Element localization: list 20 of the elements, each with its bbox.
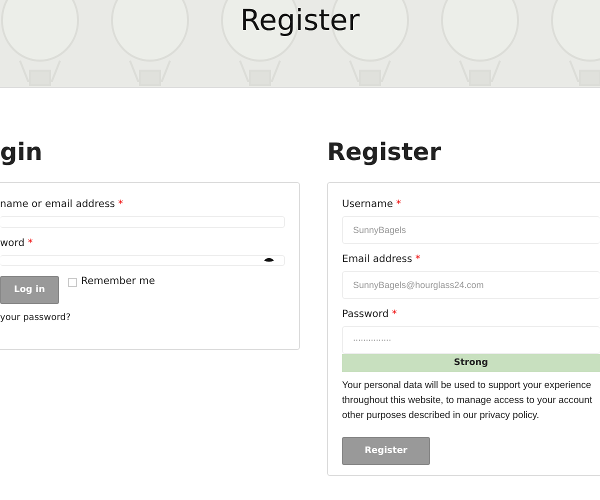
- input-field[interactable]: ···············: [342, 326, 600, 354]
- eye-icon[interactable]: [264, 256, 274, 264]
- login-button[interactable]: Log in: [0, 276, 59, 304]
- lost-password-link[interactable]: your password?: [0, 313, 71, 323]
- field-label: Username *: [342, 199, 402, 210]
- field-label: Email address *: [342, 254, 420, 265]
- password-strength-meter: Strong: [342, 354, 600, 372]
- field-label: Password *: [342, 309, 397, 320]
- register-button[interactable]: Register: [342, 437, 430, 465]
- field-label: name or email address *: [0, 199, 124, 210]
- login-heading: gin: [0, 138, 42, 166]
- field-label: word *: [0, 238, 33, 248]
- input-field[interactable]: SunnyBagels@hourglass24.com: [342, 271, 600, 299]
- checkbox[interactable]: [68, 278, 77, 287]
- page-title: Register: [240, 3, 360, 37]
- input-field[interactable]: SunnyBagels: [342, 216, 600, 244]
- remember-label[interactable]: Remember me: [81, 276, 155, 287]
- privacy-text: Your personal data will be used to support your experience throughout this website, to manage access to your account other purposes described in our privacy policy.: [342, 379, 594, 423]
- input-field[interactable]: [0, 254, 285, 266]
- register-heading: Register: [327, 138, 442, 166]
